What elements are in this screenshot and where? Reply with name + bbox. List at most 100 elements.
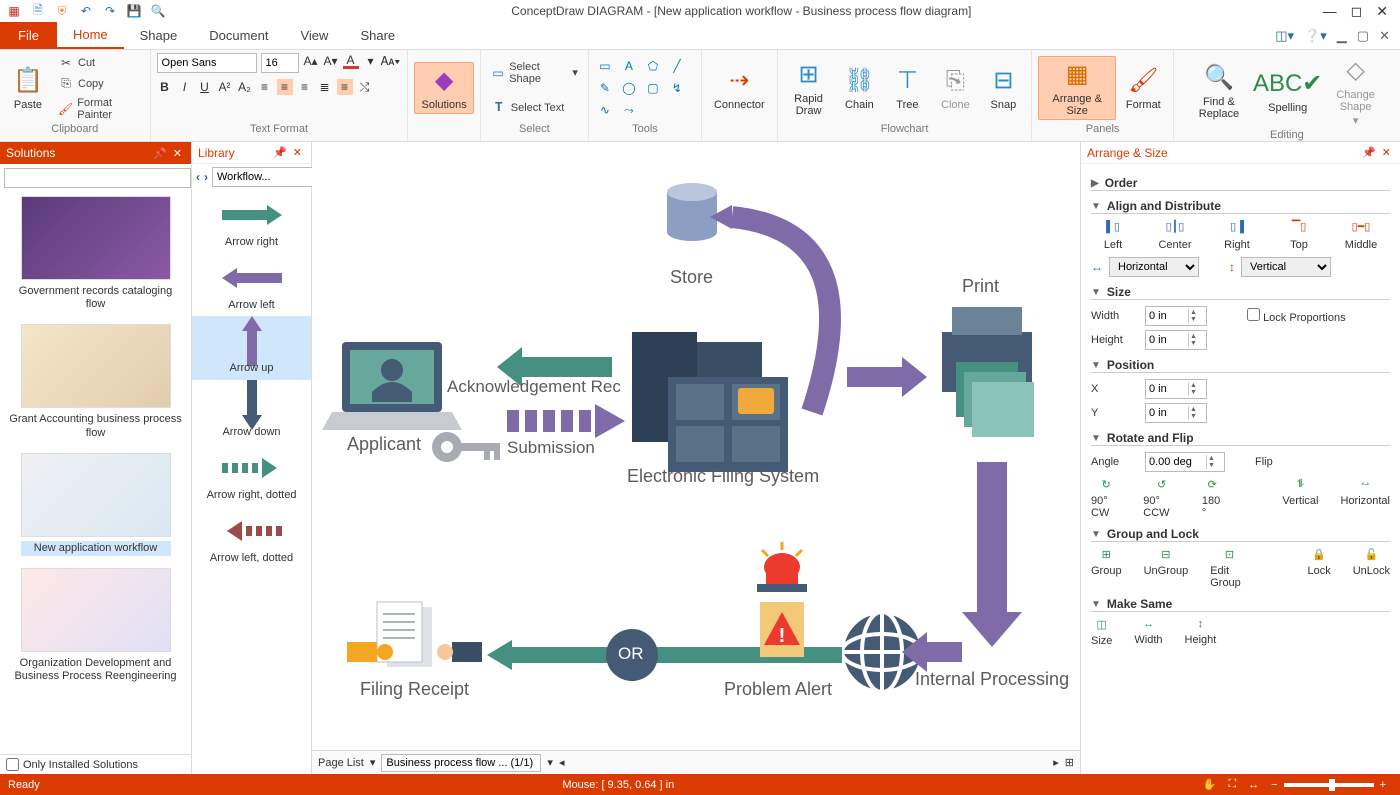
tab-shape[interactable]: Shape [124,22,194,49]
help-icon[interactable]: ❔▾ [1304,28,1327,44]
lib-next-icon[interactable]: › [204,170,208,184]
arrange-size-button[interactable]: ▦Arrange & Size [1038,56,1116,120]
lib-prev-icon[interactable]: ‹ [196,170,200,184]
group-button[interactable]: ⊞Group [1091,548,1122,589]
maximize-button[interactable]: ◻ [1351,3,1363,20]
library-item[interactable]: Arrow left, dotted [192,506,311,569]
rapid-draw-button[interactable]: ⊞Rapid Draw [784,57,834,119]
align-top-button[interactable]: ▔▯Top [1279,220,1319,251]
clone-button[interactable]: ⎘Clone [933,63,977,113]
align-right-button[interactable]: ▯▐Right [1217,220,1257,251]
pin-icon[interactable]: 📌 [270,146,290,159]
paste-button[interactable]: 📋 Paste [6,63,50,113]
solution-item[interactable]: Grant Accounting business process flow [0,320,191,448]
clear-format-icon[interactable]: 🗛▾ [383,53,399,69]
highlight-icon[interactable]: ▾ [363,53,379,69]
ellipse-tool-icon[interactable]: ◯ [619,79,639,97]
save-icon[interactable]: 💾 [126,3,142,19]
only-installed-checkbox[interactable] [6,758,19,771]
lock-proportions-checkbox[interactable] [1247,308,1260,321]
library-item[interactable]: Arrow down [192,380,311,443]
edit-group-button[interactable]: ⊡Edit Group [1210,548,1249,589]
page-list-dropdown-icon[interactable]: ▾ [370,756,376,769]
library-list[interactable]: Arrow right Arrow left Arrow up Arrow do… [192,190,311,774]
align-justify-icon[interactable]: ≣ [317,79,333,95]
library-item[interactable]: Arrow left [192,253,311,316]
shield-icon[interactable]: ⛨ [54,3,70,19]
text-direction-icon[interactable]: ⤭ [357,79,373,95]
solution-item[interactable]: Organization Development and Business Pr… [0,564,191,692]
minimize-button[interactable]: — [1323,3,1337,20]
section-rotate[interactable]: ▼Rotate and Flip [1091,431,1390,446]
undo-icon[interactable]: ↶ [78,3,94,19]
width-input[interactable]: ▲▼ [1145,306,1207,326]
curve-tool-icon[interactable]: ∿ [595,101,615,119]
section-group[interactable]: ▼Group and Lock [1091,527,1390,542]
library-item[interactable]: Arrow right, dotted [192,443,311,506]
library-item[interactable]: Arrow right [192,190,311,253]
close-ribbon-icon[interactable]: ✕ [1379,28,1390,44]
align-center-icon[interactable]: ≡ [277,79,293,95]
rotate-180-button[interactable]: ⟳180 ° [1202,478,1223,519]
page-dropdown-icon[interactable]: ▾ [547,756,553,769]
select-text-button[interactable]: 𝐓Select Text [487,98,582,118]
text-tool-icon[interactable]: A [619,57,639,75]
lock-button[interactable]: 🔒Lock [1307,548,1330,589]
restore-ribbon-icon[interactable]: ▢ [1357,28,1369,44]
format-button[interactable]: 🖌Format [1120,63,1167,113]
font-name-input[interactable] [157,53,257,73]
same-height-button[interactable]: ↕Height [1185,618,1217,647]
chain-button[interactable]: ⛓Chain [837,63,881,113]
section-size[interactable]: ▼Size [1091,285,1390,300]
scroll-left-icon[interactable]: ◂ [559,756,565,769]
font-color-icon[interactable]: A [343,53,359,69]
page-select[interactable] [381,754,541,772]
redo-icon[interactable]: ↷ [102,3,118,19]
font-size-input[interactable] [261,53,299,73]
angle-input[interactable]: ▲▼ [1145,452,1225,472]
underline-icon[interactable]: U [197,79,213,95]
close-icon[interactable]: ✕ [170,147,185,160]
x-input[interactable]: ▲▼ [1145,379,1207,399]
tab-document[interactable]: Document [193,22,284,49]
solution-item[interactable]: Government records cataloging flow [0,192,191,320]
change-shape-button[interactable]: ◇Change Shape▾ [1317,53,1394,129]
grow-font-icon[interactable]: A▴ [303,53,319,69]
file-tab[interactable]: File [0,22,57,49]
rect-tool-icon[interactable]: ▭ [595,57,615,75]
line-tool-icon[interactable]: ╱ [667,57,687,75]
select-shape-button[interactable]: ▭Select Shape ▾ [487,59,582,87]
section-order[interactable]: ▶Order [1091,176,1390,191]
same-size-button[interactable]: ◫Size [1091,618,1112,647]
snap-button[interactable]: ⊟Snap [981,63,1025,113]
zoom-out-icon[interactable]: − [1271,779,1277,791]
panel-toggle-icon[interactable]: ◫▾ [1275,28,1294,44]
close-button[interactable]: ✕ [1376,3,1388,20]
unlock-button[interactable]: 🔓UnLock [1353,548,1390,589]
scroll-right-icon[interactable]: ▸ [1053,756,1059,769]
pencil-tool-icon[interactable]: ✎ [595,79,615,97]
spelling-button[interactable]: ABC✔Spelling [1262,66,1313,116]
align-center-button[interactable]: ▯┃▯Center [1155,220,1195,251]
pin-icon[interactable]: 📌 [1359,146,1379,159]
tab-view[interactable]: View [284,22,344,49]
valign-middle-icon[interactable]: ≡ [337,79,353,95]
close-icon[interactable]: ✕ [290,146,305,159]
solution-item[interactable]: New application workflow [15,449,177,564]
section-make-same[interactable]: ▼Make Same [1091,597,1390,612]
rotate-cw-button[interactable]: ↻90° CW [1091,478,1121,519]
superscript-icon[interactable]: A² [217,79,233,95]
subscript-icon[interactable]: A₂ [237,79,253,95]
copy-button[interactable]: ⎘Copy [54,74,144,94]
distribute-vertical[interactable]: Vertical [1241,257,1331,277]
italic-icon[interactable]: I [177,79,193,95]
connector-tool-icon[interactable]: ↯ [667,79,687,97]
align-right-icon[interactable]: ≡ [297,79,313,95]
close-icon[interactable]: ✕ [1379,146,1394,159]
new-doc-icon[interactable]: 🗎 [30,3,46,19]
rounded-tool-icon[interactable]: ▢ [643,79,663,97]
bold-icon[interactable]: B [157,79,173,95]
ungroup-button[interactable]: ⊟UnGroup [1144,548,1189,589]
section-align[interactable]: ▼Align and Distribute [1091,199,1390,214]
connector-button[interactable]: ⇢ Connector [708,63,771,113]
